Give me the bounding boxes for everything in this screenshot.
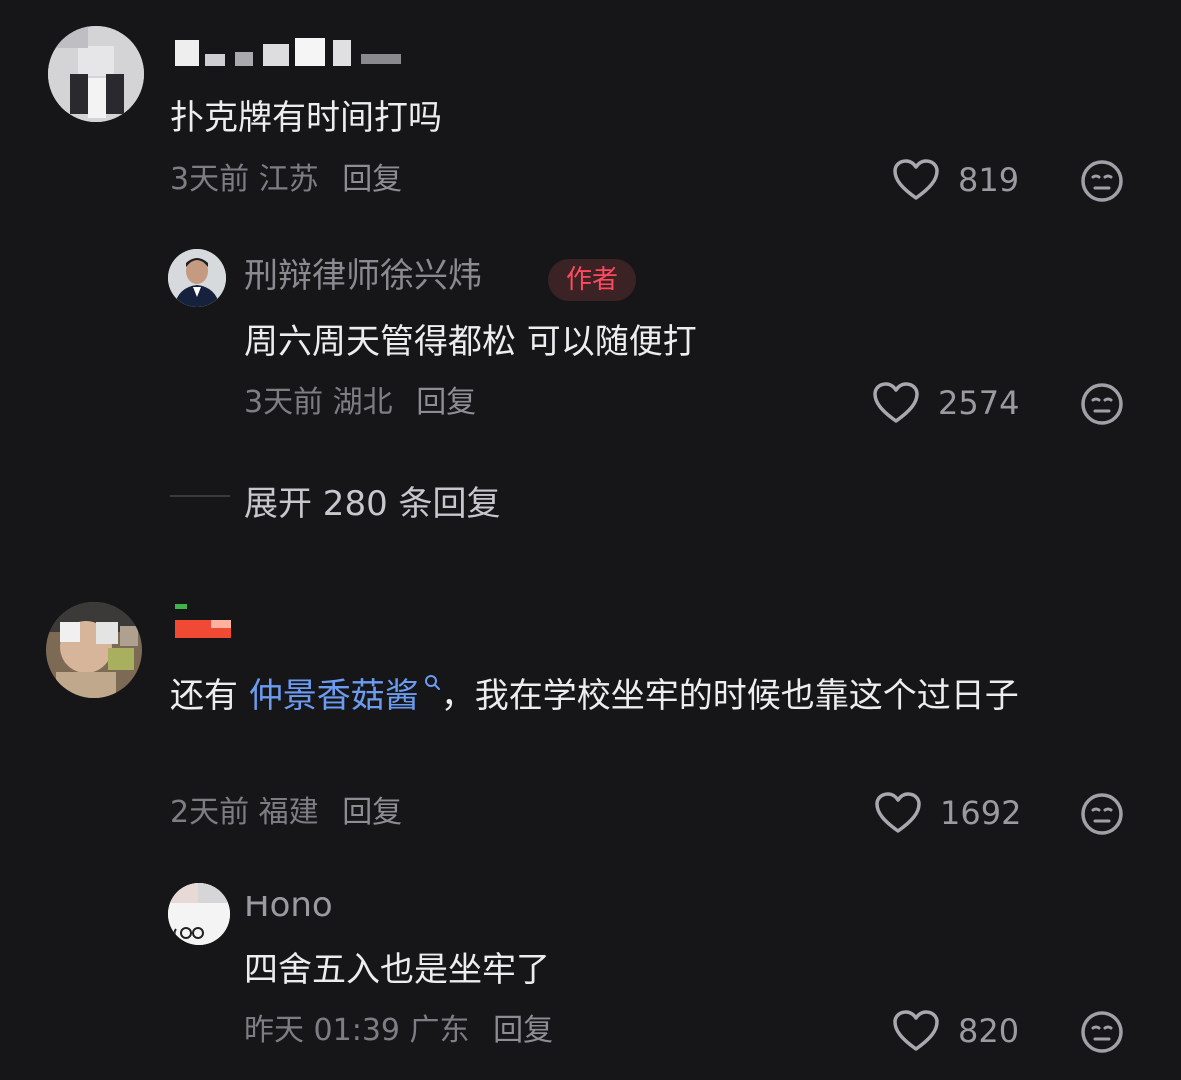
neutral-face-icon[interactable]	[1080, 792, 1124, 836]
expand-replies-button[interactable]: 展开 280 条回复	[244, 476, 501, 525]
comment-meta: 2天前 福建 回复	[170, 798, 402, 828]
reply-button[interactable]: 回复	[493, 1013, 553, 1048]
search-icon	[419, 675, 441, 716]
username-blurred[interactable]	[175, 604, 235, 644]
avatar[interactable]	[46, 602, 142, 698]
like-count: 2574	[938, 384, 1020, 422]
heart-icon	[892, 1009, 940, 1053]
like-button[interactable]: 819	[892, 158, 1019, 202]
comment-text: 还有 仲景香菇酱 ，我在学校坐牢的时候也靠这个过日子	[170, 668, 1130, 724]
reply-text: 周六周天管得都松 可以随便打	[244, 322, 697, 362]
like-button[interactable]: 2574	[872, 381, 1019, 425]
comment-text-end: ，我在学校坐牢的时候也靠这个过日子	[440, 676, 1019, 716]
avatar[interactable]	[48, 26, 144, 122]
reply-username-container[interactable]: Hono	[244, 896, 364, 922]
reply-meta: 3天前 湖北 回复	[244, 388, 476, 418]
reply-username[interactable]: 刑辩律师徐兴炜	[244, 259, 482, 293]
reply-button[interactable]: 回复	[416, 385, 476, 420]
username-blurred[interactable]	[175, 34, 415, 68]
author-badge: 作者	[548, 259, 637, 301]
reply-time: 3天前	[244, 385, 324, 420]
avatar[interactable]	[168, 249, 226, 307]
heart-icon	[872, 381, 920, 425]
comment-time: 2天前	[170, 795, 250, 830]
comment-text-start: 还有	[170, 676, 249, 716]
comment-text: 扑克牌有时间打吗	[170, 98, 442, 138]
reply-location: 湖北	[332, 385, 393, 420]
comment-location: 江苏	[258, 162, 319, 197]
heart-icon	[892, 158, 940, 202]
neutral-face-icon[interactable]	[1080, 1010, 1124, 1054]
like-count: 819	[958, 161, 1020, 199]
like-count: 1692	[940, 794, 1022, 832]
reply-username: Hono	[244, 896, 333, 922]
reply-button[interactable]: 回复	[342, 795, 402, 830]
avatar-image	[48, 26, 144, 122]
reply-time: 昨天 01:39	[244, 1013, 400, 1048]
comment-time: 3天前	[170, 162, 250, 197]
like-count: 820	[958, 1012, 1020, 1050]
reply-location: 广东	[409, 1013, 470, 1048]
reply-text: 四舍五入也是坐牢了	[244, 950, 550, 990]
neutral-face-icon[interactable]	[1080, 159, 1124, 203]
mention-text: 仲景香菇酱	[248, 676, 419, 716]
reply-button[interactable]: 回复	[342, 162, 402, 197]
heart-icon	[874, 791, 922, 835]
comment-location: 福建	[258, 795, 319, 830]
like-button[interactable]: 820	[892, 1009, 1019, 1053]
reply-meta: 昨天 01:39 广东 回复	[244, 1016, 553, 1046]
like-button[interactable]: 1692	[874, 791, 1021, 835]
neutral-face-icon[interactable]	[1080, 382, 1124, 426]
avatar-image	[46, 602, 142, 698]
avatar-image	[168, 249, 226, 307]
comment-meta: 3天前 江苏 回复	[170, 165, 402, 195]
avatar[interactable]	[168, 883, 230, 945]
expand-divider	[170, 495, 230, 497]
avatar-image	[168, 883, 230, 945]
mention-link[interactable]: 仲景香菇酱	[248, 675, 441, 716]
